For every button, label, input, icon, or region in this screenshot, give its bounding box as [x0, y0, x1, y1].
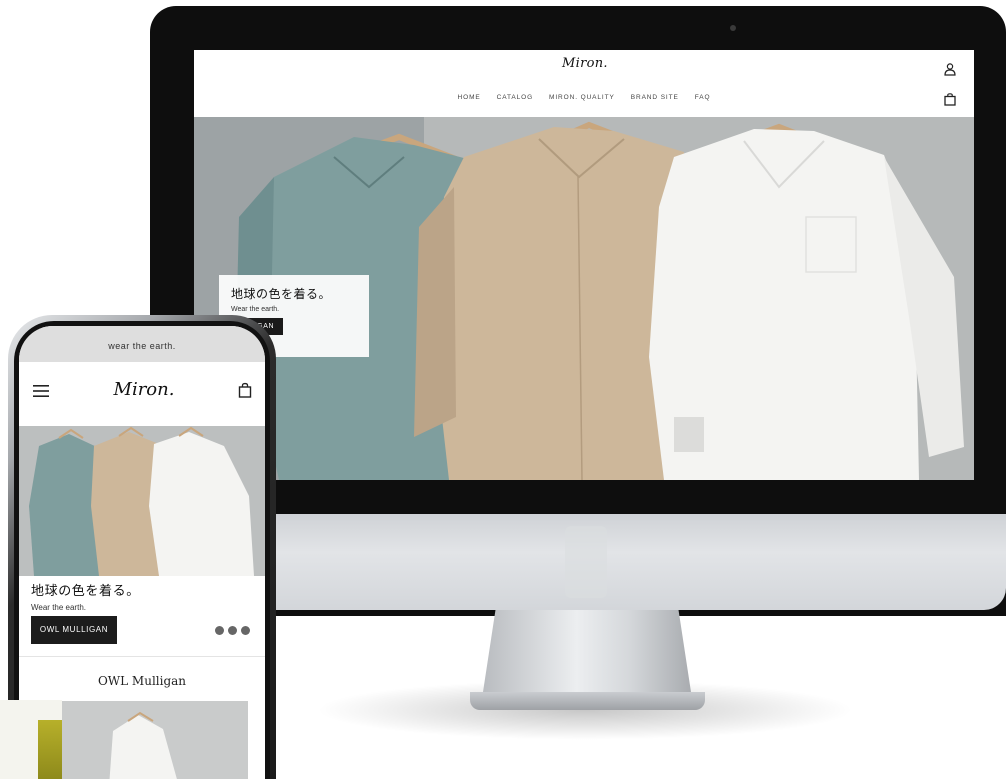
decorative-accent-bar: [38, 720, 62, 779]
imac-stand: [483, 610, 691, 692]
carousel-dot[interactable]: [228, 626, 237, 635]
mobile-hero-text: 地球の色を着る。 Wear the earth.: [31, 580, 251, 612]
hero-subtext: Wear the earth.: [231, 306, 280, 313]
mobile-hero-shirts: [19, 426, 265, 576]
mobile-hero-image: [19, 426, 265, 576]
nav-faq[interactable]: FAQ: [695, 90, 711, 106]
imac-chin-mark: [565, 526, 607, 598]
carousel-dot[interactable]: [215, 626, 224, 635]
desktop-nav: HOME CATALOG MIRON. QUALITY BRAND SITE F…: [194, 90, 974, 106]
hero-headline: 地球の色を着る。: [231, 287, 332, 301]
imac-chin: [150, 514, 1006, 610]
shopping-bag-icon[interactable]: [943, 92, 957, 106]
imac-camera: [730, 25, 736, 31]
user-icon[interactable]: [943, 62, 957, 76]
nav-home[interactable]: HOME: [458, 90, 481, 106]
mobile-logo[interactable]: Miron.: [109, 379, 179, 400]
mobile-cta-button[interactable]: OWL MULLIGAN: [31, 616, 117, 644]
hamburger-menu-icon[interactable]: [33, 384, 49, 398]
nav-brand-site[interactable]: BRAND SITE: [631, 90, 679, 106]
mobile-header: Miron.: [19, 362, 265, 426]
carousel-dots: [215, 626, 250, 635]
desktop-header: Miron. HOME CATALOG MIRON. QUALITY BRAND…: [194, 50, 974, 117]
desktop-logo[interactable]: Miron.: [562, 56, 608, 71]
desktop-screen: Miron. HOME CATALOG MIRON. QUALITY BRAND…: [194, 50, 974, 480]
section-title: OWL Mulligan: [97, 674, 187, 688]
product-shirt-image: [43, 701, 248, 779]
section-divider: [19, 656, 265, 657]
mobile-hero-headline: 地球の色を着る。: [31, 584, 140, 599]
product-image[interactable]: [43, 701, 248, 779]
carousel-dot[interactable]: [241, 626, 250, 635]
imac-stand-foot: [470, 692, 705, 710]
shopping-bag-icon[interactable]: [238, 382, 252, 398]
nav-catalog[interactable]: CATALOG: [497, 90, 533, 106]
desktop-hero-banner: 地球の色を着る。 Wear the earth. ULLIGAN: [194, 117, 974, 480]
nav-miron-quality[interactable]: MIRON. QUALITY: [549, 90, 615, 106]
mobile-hero-subtext: Wear the earth.: [31, 603, 86, 612]
announcement-bar: wear the earth.: [19, 326, 265, 362]
